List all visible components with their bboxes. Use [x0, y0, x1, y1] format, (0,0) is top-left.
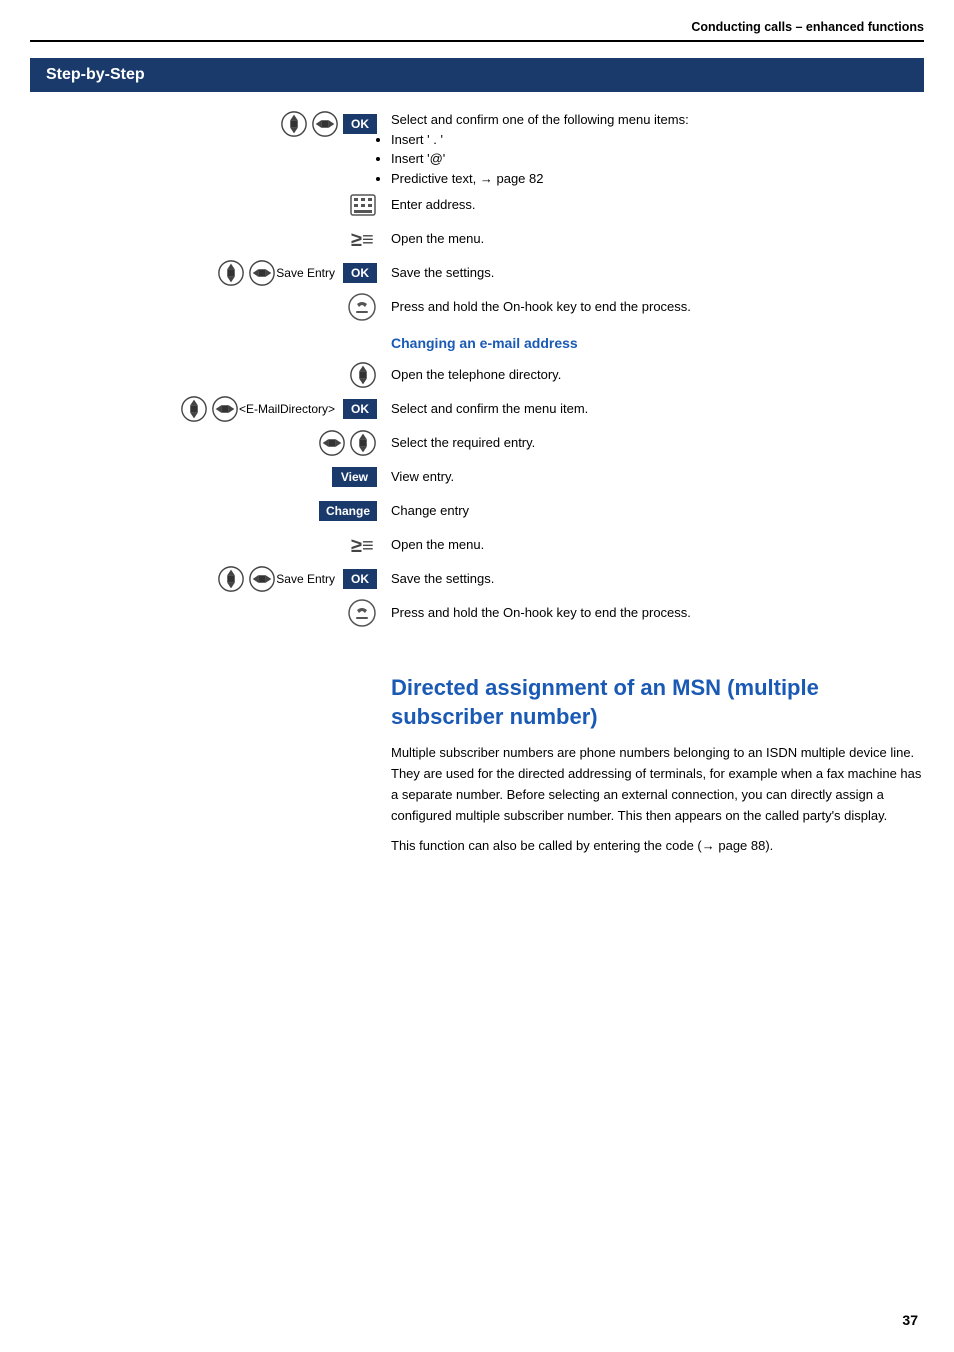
change-button[interactable]: Change	[319, 501, 377, 521]
step-row-5-left	[30, 292, 385, 322]
list-item-2: Insert '@'	[391, 149, 924, 169]
header-title: Conducting calls – enhanced functions	[691, 20, 924, 34]
step-row-6-left	[30, 361, 385, 389]
steps-container: OK Select and confirm one of the followi…	[30, 106, 924, 867]
page-header: Conducting calls – enhanced functions	[30, 20, 924, 42]
step-row-10-left: Change	[30, 501, 385, 521]
big-section-right: Directed assignment of an MSN (multiple …	[385, 650, 924, 867]
step-row-11-left: ≥≡	[30, 534, 385, 556]
ok-button-4[interactable]: OK	[343, 569, 377, 589]
ok-button-3[interactable]: OK	[343, 399, 377, 419]
big-section-title: Directed assignment of an MSN (multiple …	[391, 674, 924, 731]
nav-left-right-icon-5	[248, 565, 276, 593]
step-row-8-text: Select the required entry.	[391, 435, 535, 450]
page-number: 37	[902, 1312, 918, 1328]
step-row-1-list: Insert ' . ' Insert '@' Predictive text,…	[391, 130, 924, 189]
step-row-2-left	[30, 191, 385, 219]
nav-left-right-icon-4	[318, 429, 346, 457]
nav-up-down-icon-2	[217, 259, 245, 287]
nav-up-down-icon-3	[349, 361, 377, 389]
step-row-8-left	[30, 429, 385, 457]
nav-up-down-icon-4	[180, 395, 208, 423]
step-row-5-text: Press and hold the On-hook key to end th…	[391, 299, 691, 314]
big-section-row: Directed assignment of an MSN (multiple …	[30, 650, 924, 867]
step-row-7-right: Select and confirm the menu item.	[385, 399, 924, 419]
step-row-13: Press and hold the On-hook key to end th…	[30, 596, 924, 630]
step-row-2-text: Enter address.	[391, 197, 476, 212]
open-menu-icon: ≥≡	[351, 228, 377, 250]
nav-up-down-icon-6	[217, 565, 245, 593]
svg-text:≥≡: ≥≡	[351, 535, 374, 556]
step-row-12-right: Save the settings.	[385, 569, 924, 589]
step-row-7-left: <E-MailDirectory> OK	[30, 395, 385, 423]
ok-button-2[interactable]: OK	[343, 263, 377, 283]
save-entry-label-1: Save Entry	[276, 266, 335, 280]
step-row-8: Select the required entry.	[30, 426, 924, 460]
step-row-1: OK Select and confirm one of the followi…	[30, 106, 924, 188]
step-row-11-right: Open the menu.	[385, 535, 924, 555]
svg-text:≥≡: ≥≡	[351, 229, 374, 250]
step-row-13-left	[30, 598, 385, 628]
step-row-9-right: View entry.	[385, 467, 924, 487]
nav-up-down-icon-5	[349, 429, 377, 457]
step-row-9-left: View	[30, 467, 385, 487]
step-row-2: Enter address.	[30, 188, 924, 222]
step-row-4-right: Save the settings.	[385, 263, 924, 283]
section-heading-email: Changing an e-mail address	[391, 325, 924, 358]
step-row-8-right: Select the required entry.	[385, 433, 924, 453]
step-row-5-right: Press and hold the On-hook key to end th…	[385, 297, 924, 317]
step-row-3: ≥≡ Open the menu.	[30, 222, 924, 256]
step-row-2-right: Enter address.	[385, 195, 924, 215]
nav-up-down-icon	[280, 110, 308, 138]
section-title-row: Changing an e-mail address	[30, 324, 924, 358]
step-by-step-label: Step-by-Step	[30, 58, 924, 92]
step-row-7-text: Select and confirm the menu item.	[391, 401, 588, 416]
nav-left-right-icon-3	[211, 395, 239, 423]
step-row-10-right: Change entry	[385, 501, 924, 521]
onhook-icon	[347, 292, 377, 322]
step-row-11: ≥≡ Open the menu.	[30, 528, 924, 562]
step-row-1-text: Select and confirm one of the following …	[391, 112, 689, 127]
step-row-6-text: Open the telephone directory.	[391, 367, 561, 382]
step-row-3-text: Open the menu.	[391, 231, 484, 246]
nav-left-right-icon-2	[248, 259, 276, 287]
step-row-12-left: Save Entry OK	[30, 565, 385, 593]
step-row-6: Open the telephone directory.	[30, 358, 924, 392]
big-section-para-1: Multiple subscriber numbers are phone nu…	[391, 743, 924, 826]
keyboard-icon	[349, 191, 377, 219]
step-row-7: <E-MailDirectory> OK Select and confirm …	[30, 392, 924, 426]
list-item-1: Insert ' . '	[391, 130, 924, 150]
step-row-5: Press and hold the On-hook key to end th…	[30, 290, 924, 324]
step-row-13-text: Press and hold the On-hook key to end th…	[391, 605, 691, 620]
save-entry-label-2: Save Entry	[276, 572, 335, 586]
section-title-right: Changing an e-mail address	[385, 325, 924, 358]
nav-left-right-icon	[311, 110, 339, 138]
step-row-9: View View entry.	[30, 460, 924, 494]
step-row-12: Save Entry OK Save the settings.	[30, 562, 924, 596]
email-directory-label: <E-MailDirectory>	[239, 402, 335, 416]
big-section-para-2: This function can also be called by ente…	[391, 836, 924, 857]
step-row-10-text: Change entry	[391, 503, 469, 518]
page: Conducting calls – enhanced functions St…	[0, 0, 954, 1352]
step-row-1-right: Select and confirm one of the following …	[385, 110, 924, 188]
step-row-1-left: OK	[30, 110, 385, 138]
step-row-4-text: Save the settings.	[391, 265, 494, 280]
step-row-13-right: Press and hold the On-hook key to end th…	[385, 603, 924, 623]
step-row-9-text: View entry.	[391, 469, 454, 484]
step-row-6-right: Open the telephone directory.	[385, 365, 924, 385]
step-row-11-text: Open the menu.	[391, 537, 484, 552]
view-button[interactable]: View	[332, 467, 377, 487]
step-row-4: Save Entry OK Save the settings.	[30, 256, 924, 290]
ok-button-1[interactable]: OK	[343, 114, 377, 134]
open-menu-icon-2: ≥≡	[351, 534, 377, 556]
step-row-10: Change Change entry	[30, 494, 924, 528]
step-row-3-right: Open the menu.	[385, 229, 924, 249]
onhook-icon-2	[347, 598, 377, 628]
list-item-3: Predictive text, → page 82	[391, 169, 924, 189]
step-row-12-text: Save the settings.	[391, 571, 494, 586]
step-row-4-left: Save Entry OK	[30, 259, 385, 287]
step-row-3-left: ≥≡	[30, 228, 385, 250]
